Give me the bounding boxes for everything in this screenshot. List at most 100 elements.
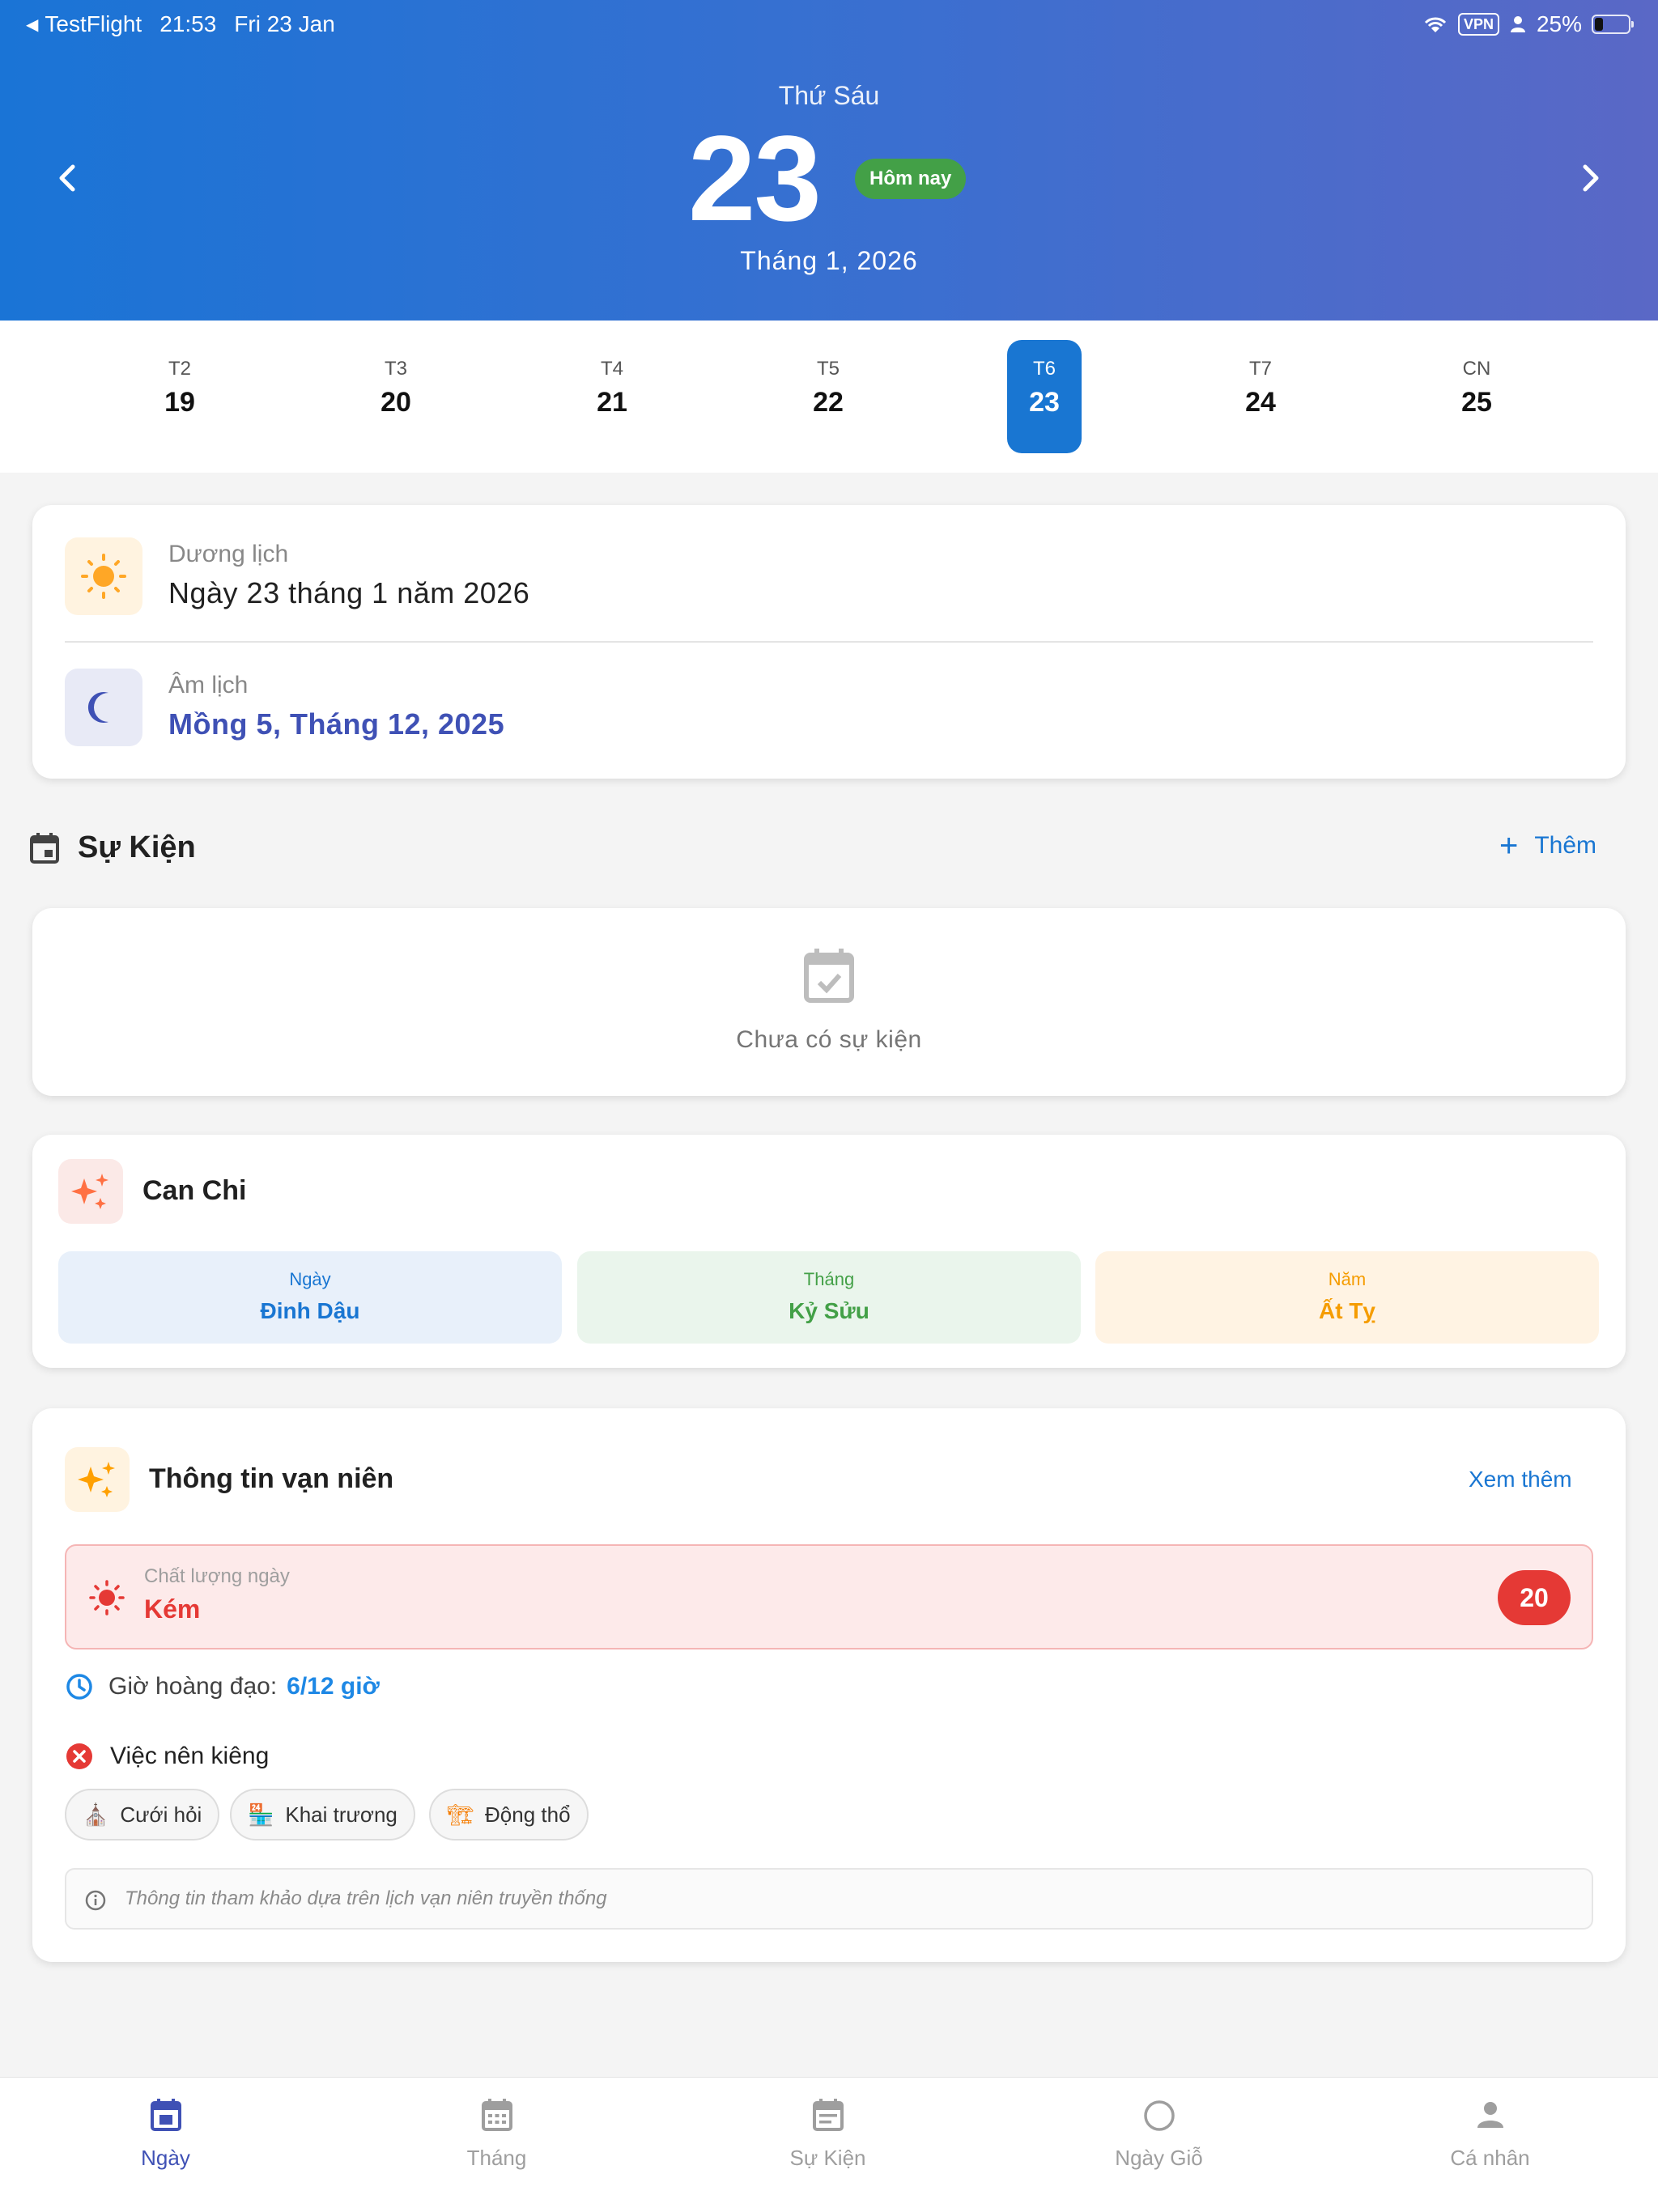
- status-bar-right: VPN 25%: [1422, 11, 1634, 37]
- can-chi-month: Tháng Kỷ Sửu: [577, 1251, 1081, 1344]
- reference-note-text: Thông tin tham khảo dựa trên lịch vạn ni…: [125, 1887, 607, 1909]
- cancel-icon: [66, 1743, 92, 1769]
- lunar-label: Âm lịch: [168, 672, 249, 698]
- wifi-icon: [1424, 17, 1446, 32]
- chevron-left-icon: [59, 164, 75, 192]
- add-event-button[interactable]: + Thêm: [1499, 828, 1597, 864]
- quality-value: Kém: [144, 1594, 201, 1624]
- avoid-title: Việc nên kiêng: [110, 1743, 270, 1769]
- person-icon: [1510, 16, 1525, 32]
- week-day-item[interactable]: CN 25: [1439, 340, 1514, 453]
- no-events-text: Chưa có sự kiện: [736, 1026, 922, 1053]
- solar-date: Ngày 23 tháng 1 năm 2026: [168, 576, 530, 609]
- tab-label: Cá nhân: [1450, 2146, 1530, 2170]
- can-chi-year-value: Ất Tỵ: [1319, 1298, 1375, 1323]
- can-chi-year-label: Năm: [1328, 1269, 1367, 1289]
- moon-icon-box: [65, 669, 142, 746]
- almanac-title: Thông tin vạn niên: [149, 1463, 394, 1494]
- week-day-label: T5: [816, 358, 840, 380]
- events-section-header: Sự Kiện: [29, 830, 196, 865]
- battery-percent: 25%: [1536, 11, 1582, 36]
- back-to-app-link[interactable]: ◀ TestFlight: [26, 11, 142, 37]
- shop-icon: 🏪: [248, 1802, 274, 1827]
- event-note-icon: [812, 2099, 844, 2131]
- tab-memorial[interactable]: Ngày Giỗ: [993, 2078, 1324, 2212]
- week-day-item[interactable]: T5 22: [791, 340, 865, 453]
- week-day-number: 21: [597, 387, 627, 418]
- avoid-chip-opening[interactable]: 🏪 Khai trương: [230, 1789, 415, 1841]
- previous-day-button[interactable]: [44, 154, 92, 202]
- good-hours-label: Giờ hoàng đạo:: [108, 1673, 278, 1700]
- vpn-badge: VPN: [1457, 13, 1499, 36]
- bottom-navigation: Ngày Tháng Sự Kiện Ngày Giỗ Cá nhân: [0, 2077, 1658, 2212]
- moon-icon: [87, 692, 108, 723]
- week-day-item[interactable]: T3 20: [359, 340, 433, 453]
- sun-bad-icon: [89, 1580, 125, 1615]
- date-info-card: Dương lịch Ngày 23 tháng 1 năm 2026 Âm l…: [32, 505, 1626, 779]
- sparkle-icon-box: [58, 1159, 123, 1224]
- week-day-number: 22: [813, 387, 844, 418]
- solar-label: Dương lịch: [168, 541, 289, 567]
- week-day-item[interactable]: T7 24: [1223, 340, 1298, 453]
- tab-profile[interactable]: Cá nhân: [1324, 2078, 1656, 2212]
- person-icon: [1477, 2102, 1503, 2128]
- tab-events[interactable]: Sự Kiện: [662, 2078, 993, 2212]
- can-chi-month-value: Kỷ Sửu: [789, 1298, 869, 1323]
- tab-month[interactable]: Tháng: [331, 2078, 662, 2212]
- back-triangle-icon: ◀: [26, 15, 39, 34]
- good-hours-value: 6/12 giờ: [287, 1673, 380, 1700]
- sparkle-icon: [78, 1462, 115, 1497]
- week-day-label: T4: [600, 358, 623, 380]
- week-day-number: 19: [164, 387, 195, 418]
- status-date: Fri 23 Jan: [234, 11, 335, 36]
- can-chi-day-value: Đinh Dậu: [260, 1298, 360, 1323]
- avoid-chip-wedding[interactable]: ⛪ Cưới hỏi: [65, 1789, 220, 1841]
- week-day-label: T7: [1248, 358, 1272, 380]
- avoid-row: Việc nên kiêng: [65, 1742, 269, 1771]
- battery-icon: [1592, 15, 1634, 34]
- can-chi-title: Can Chi: [142, 1175, 247, 1206]
- week-day-item[interactable]: T4 21: [575, 340, 649, 453]
- divider: [65, 641, 1593, 643]
- calendar-today-icon: [150, 2099, 181, 2131]
- big-day-number: 23: [688, 110, 822, 246]
- next-day-button[interactable]: [1566, 154, 1614, 202]
- sun-icon: [81, 554, 126, 599]
- tab-day[interactable]: Ngày: [0, 2078, 331, 2212]
- week-day-label: CN: [1462, 358, 1491, 380]
- events-empty-card: Chưa có sự kiện: [32, 908, 1626, 1096]
- events-title: Sự Kiện: [78, 830, 196, 864]
- avoid-chip-label: Động thổ: [485, 1802, 571, 1827]
- sparkle-icon: [71, 1174, 108, 1209]
- week-day-item[interactable]: T2 19: [142, 340, 217, 453]
- week-day-item-selected[interactable]: T6 23: [1007, 340, 1082, 453]
- almanac-sparkle-box: [65, 1447, 130, 1512]
- wedding-icon: ⛪: [83, 1802, 109, 1827]
- back-app-name: TestFlight: [45, 11, 142, 36]
- can-chi-day: Ngày Đinh Dậu: [58, 1251, 562, 1344]
- tab-label: Ngày Giỗ: [1115, 2146, 1203, 2170]
- plus-icon: +: [1499, 828, 1519, 864]
- good-hours-row: Giờ hoàng đạo: 6/12 giờ: [65, 1672, 380, 1701]
- tab-label: Tháng: [466, 2146, 527, 2170]
- can-chi-month-label: Tháng: [803, 1269, 855, 1289]
- avoid-chip-label: Cưới hỏi: [120, 1802, 202, 1827]
- circle-icon: [1143, 2100, 1175, 2131]
- info-icon: [85, 1890, 106, 1911]
- can-chi-day-label: Ngày: [289, 1269, 331, 1289]
- construction-icon: 🏗: [447, 1802, 474, 1827]
- weekday-name: Thứ Sáu: [778, 81, 880, 110]
- today-badge[interactable]: Hôm nay: [855, 159, 967, 199]
- calendar-event-icon: [30, 832, 59, 864]
- status-bar-left: ◀ TestFlight 21:53 Fri 23 Jan: [26, 11, 335, 37]
- week-day-number: 23: [1029, 387, 1060, 418]
- see-more-link[interactable]: Xem thêm: [1469, 1467, 1572, 1492]
- week-day-number: 25: [1461, 387, 1492, 418]
- tab-label: Ngày: [141, 2146, 190, 2170]
- chevron-right-icon: [1583, 164, 1599, 192]
- avoid-chip-groundbreaking[interactable]: 🏗 Động thổ: [429, 1789, 589, 1841]
- sun-icon-box: [65, 537, 142, 615]
- lunar-date: Mồng 5, Tháng 12, 2025: [168, 707, 505, 741]
- tab-label: Sự Kiện: [789, 2146, 866, 2170]
- add-event-label: Thêm: [1534, 832, 1597, 859]
